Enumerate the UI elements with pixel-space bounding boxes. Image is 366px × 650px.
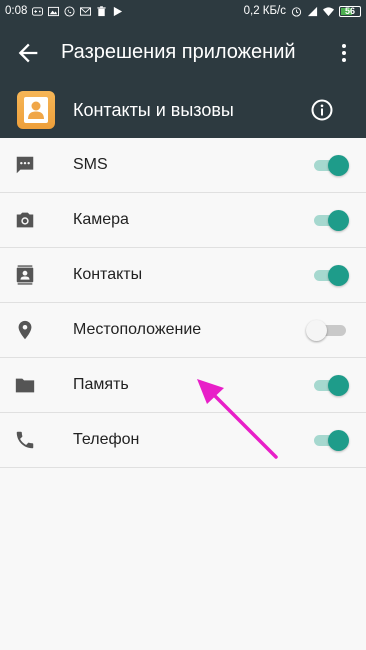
email-icon	[80, 6, 92, 17]
overflow-menu-button[interactable]	[332, 41, 356, 65]
camera-icon	[14, 209, 36, 231]
toggle-thumb	[328, 155, 349, 176]
permission-toggle[interactable]	[312, 430, 349, 451]
permission-toggle[interactable]	[312, 375, 349, 396]
permission-toggle[interactable]	[312, 265, 349, 286]
toggle-thumb	[306, 320, 327, 341]
permission-toggle[interactable]	[306, 320, 348, 341]
location-icon	[14, 319, 36, 341]
more-vert-icon	[342, 44, 346, 62]
image-icon	[48, 6, 60, 17]
folder-icon	[14, 374, 36, 396]
battery-percent: 56	[344, 5, 355, 16]
arrow-left-icon	[18, 43, 38, 63]
wifi-icon	[323, 6, 334, 17]
permission-row-sms[interactable]: SMS	[0, 138, 366, 193]
status-bar-left: 0:08	[5, 5, 123, 17]
permission-row-location[interactable]: Местоположение	[0, 303, 366, 358]
app-header: Контакты и вызовы	[0, 82, 366, 138]
status-bar: 0:08 0,2 КБ/с 56	[0, 0, 366, 24]
network-speed: 0,2 КБ/с	[243, 5, 286, 17]
status-bar-right: 0,2 КБ/с 56	[244, 5, 361, 17]
info-icon	[311, 99, 333, 121]
permission-list: SMS Камера Контакты Местоположение Памят…	[0, 138, 366, 468]
permission-row-contacts[interactable]: Контакты	[0, 248, 366, 303]
back-button[interactable]	[14, 39, 42, 67]
sms-icon	[14, 154, 36, 176]
permission-label: SMS	[73, 156, 108, 173]
app-name: Контакты и вызовы	[73, 100, 234, 120]
permission-label: Телефон	[73, 431, 140, 448]
clock: 0:08	[5, 5, 28, 17]
permission-toggle[interactable]	[312, 210, 349, 231]
toggle-thumb	[328, 210, 349, 231]
contacts-app-icon	[17, 91, 55, 129]
toolbar: Разрешения приложений	[0, 24, 366, 82]
permission-label: Местоположение	[73, 321, 202, 338]
permission-label: Память	[73, 376, 129, 393]
toggle-thumb	[328, 265, 349, 286]
signal-icon	[307, 6, 318, 17]
permission-label: Камера	[73, 211, 129, 228]
alarm-icon	[291, 6, 302, 17]
play-store-icon	[112, 6, 123, 17]
app-info-button[interactable]	[310, 98, 334, 122]
battery-icon: 56	[339, 5, 361, 17]
permission-row-phone[interactable]: Телефон	[0, 413, 366, 468]
phone-icon	[14, 429, 36, 451]
toggle-thumb	[328, 430, 349, 451]
trash-icon	[96, 5, 107, 17]
game-controller-icon	[32, 6, 44, 17]
page-title: Разрешения приложений	[61, 41, 296, 63]
contacts-icon	[14, 264, 36, 286]
messenger-icon	[64, 5, 75, 17]
permission-row-camera[interactable]: Камера	[0, 193, 366, 248]
permission-label: Контакты	[73, 266, 143, 283]
permission-row-storage[interactable]: Память	[0, 358, 366, 413]
toggle-thumb	[328, 375, 349, 396]
permission-toggle[interactable]	[312, 155, 349, 176]
